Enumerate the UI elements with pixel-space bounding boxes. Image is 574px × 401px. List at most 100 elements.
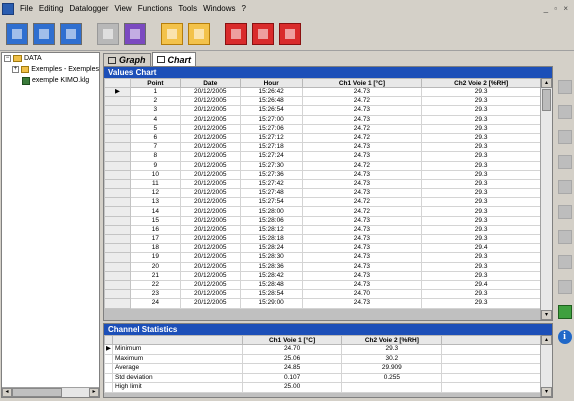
row-indicator[interactable] (104, 197, 131, 208)
menu-functions[interactable]: Functions (135, 0, 176, 17)
table-row[interactable]: 14 20/12/2005 15:28:00 24.72 29.3 (104, 206, 541, 217)
edit-icon[interactable] (124, 22, 146, 45)
row-indicator[interactable] (104, 123, 131, 134)
row-indicator[interactable] (104, 353, 113, 364)
download-icon[interactable] (225, 22, 247, 45)
row-indicator[interactable] (104, 188, 131, 199)
table-row[interactable]: Average 24.85 29.909 (104, 363, 541, 374)
table-row[interactable]: 11 20/12/2005 15:27:42 24.73 29.3 (104, 178, 541, 190)
row-indicator[interactable] (104, 105, 131, 116)
table-row[interactable]: 19 20/12/2005 15:28:30 24.73 29.3 (104, 252, 541, 263)
row-indicator[interactable] (104, 178, 131, 190)
stats-vertical-scrollbar[interactable]: ▴ ▾ (540, 335, 552, 397)
row-indicator[interactable] (104, 215, 131, 226)
export-icon[interactable] (279, 22, 301, 45)
table-row[interactable]: 22 20/12/2005 15:28:48 24.73 29.4 (104, 279, 541, 291)
row-indicator[interactable] (104, 132, 131, 144)
row-indicator[interactable] (104, 298, 131, 309)
column-header[interactable]: Ch1 Voie 1 [°C] (301, 78, 423, 88)
table-row[interactable]: ▶ 1 20/12/2005 15:26:42 24.73 29.3 (104, 86, 541, 98)
row-indicator[interactable] (104, 151, 131, 162)
row-indicator[interactable] (104, 114, 131, 125)
table-row[interactable]: 13 20/12/2005 15:27:54 24.72 29.3 (104, 197, 541, 208)
row-indicator[interactable] (104, 169, 131, 180)
info-icon[interactable]: i (557, 330, 572, 344)
table-row[interactable]: 7 20/12/2005 15:27:18 24.73 29.3 (104, 142, 541, 153)
menu-view[interactable]: View (112, 0, 135, 17)
report-icon[interactable] (161, 22, 183, 45)
column-header[interactable]: Hour (239, 78, 303, 88)
table-row[interactable]: 6 20/12/2005 15:27:12 24.72 29.3 (104, 132, 541, 144)
scroll-down-icon[interactable]: ▾ (541, 310, 552, 320)
current-row-indicator[interactable]: ▶ (104, 344, 113, 355)
pan-icon[interactable] (557, 130, 572, 144)
values-vertical-scrollbar[interactable]: ▴ ▾ (540, 78, 552, 320)
cursor-icon[interactable] (557, 155, 572, 169)
scroll-thumb[interactable] (542, 89, 551, 111)
table-row[interactable]: 10 20/12/2005 15:27:36 24.73 29.3 (104, 169, 541, 180)
row-indicator[interactable] (104, 252, 131, 263)
menu-datalogger[interactable]: Datalogger (66, 0, 111, 17)
table-row[interactable]: 5 20/12/2005 15:27:06 24.72 29.3 (104, 123, 541, 134)
column-header[interactable]: Ch2 Voie 2 [%RH] (341, 335, 443, 345)
row-indicator[interactable] (104, 206, 131, 217)
chart-icon[interactable] (557, 305, 572, 319)
table-row[interactable]: 12 20/12/2005 15:27:48 24.73 29.3 (104, 188, 541, 199)
menu-editing[interactable]: Editing (36, 0, 66, 17)
column-header[interactable]: Ch1 Voie 1 [°C] (241, 335, 343, 345)
menu-tools[interactable]: Tools (175, 0, 200, 17)
table-row[interactable]: 18 20/12/2005 15:28:24 24.73 29.4 (104, 243, 541, 254)
expand-icon[interactable]: + (12, 66, 19, 73)
zoom-out-icon[interactable] (557, 105, 572, 119)
column-header[interactable]: Date (179, 78, 241, 88)
table-row[interactable]: 21 20/12/2005 15:28:42 24.73 29.3 (104, 270, 541, 281)
row-indicator[interactable] (104, 243, 131, 254)
row-indicator[interactable] (104, 96, 131, 107)
current-row-indicator[interactable]: ▶ (104, 86, 131, 98)
scroll-left-icon[interactable]: ◂ (2, 388, 12, 397)
save-icon[interactable] (60, 22, 82, 45)
table-row[interactable]: ▶ Minimum 24.70 29.3 (104, 344, 541, 355)
row-indicator[interactable] (104, 363, 113, 374)
tab-graph[interactable]: Graph (103, 53, 151, 66)
menu-file[interactable]: File (17, 0, 36, 17)
tree-horizontal-scrollbar[interactable]: ◂ ▸ (2, 387, 99, 397)
tool-icon[interactable] (557, 255, 572, 269)
scroll-up-icon[interactable]: ▴ (541, 78, 552, 88)
table-row[interactable]: 17 20/12/2005 15:28:18 24.73 29.3 (104, 233, 541, 245)
row-indicator[interactable] (104, 261, 131, 272)
zoom-in-icon[interactable] (557, 80, 572, 94)
table-row[interactable]: 16 20/12/2005 15:28:12 24.73 29.3 (104, 224, 541, 236)
window-controls[interactable]: _ ▫ × (544, 4, 574, 13)
scroll-down-icon[interactable]: ▾ (541, 387, 552, 397)
print-icon[interactable] (188, 22, 210, 45)
row-indicator[interactable] (104, 142, 131, 153)
crosshair-icon[interactable] (557, 180, 572, 194)
open-folder-icon[interactable] (6, 22, 28, 45)
row-indicator[interactable] (104, 224, 131, 236)
column-header[interactable]: Point (129, 78, 181, 88)
table-row[interactable]: 3 20/12/2005 15:26:54 24.73 29.3 (104, 105, 541, 116)
row-indicator[interactable] (104, 372, 113, 383)
row-indicator[interactable] (104, 270, 131, 281)
tree-file[interactable]: exemple KIMO.klg (2, 75, 99, 86)
table-row[interactable]: Std deviation 0.107 0.255 (104, 372, 541, 383)
table-row[interactable]: 2 20/12/2005 15:26:48 24.72 29.3 (104, 96, 541, 107)
collapse-icon[interactable]: − (4, 55, 11, 62)
table-row[interactable]: 9 20/12/2005 15:27:30 24.72 29.3 (104, 160, 541, 171)
table-row[interactable]: 8 20/12/2005 15:27:24 24.73 29.3 (104, 151, 541, 162)
scroll-right-icon[interactable]: ▸ (89, 388, 99, 397)
tool-icon[interactable] (557, 205, 572, 219)
row-indicator[interactable] (104, 382, 113, 393)
tree-folder[interactable]: + Exemples - Exemples (2, 64, 99, 75)
table-row[interactable]: 23 20/12/2005 15:28:54 24.70 29.3 (104, 289, 541, 300)
table-row[interactable]: Maximum 25.06 30.2 (104, 353, 541, 364)
tool-icon[interactable] (557, 230, 572, 244)
hand-icon[interactable] (557, 280, 572, 294)
row-indicator[interactable] (104, 279, 131, 291)
disabled-icon[interactable] (97, 22, 119, 45)
configure-icon[interactable] (252, 22, 274, 45)
table-row[interactable]: High limit 25.00 (104, 382, 541, 393)
menu-windows[interactable]: Windows (200, 0, 238, 17)
column-header[interactable]: Ch2 Voie 2 [%RH] (421, 78, 541, 88)
